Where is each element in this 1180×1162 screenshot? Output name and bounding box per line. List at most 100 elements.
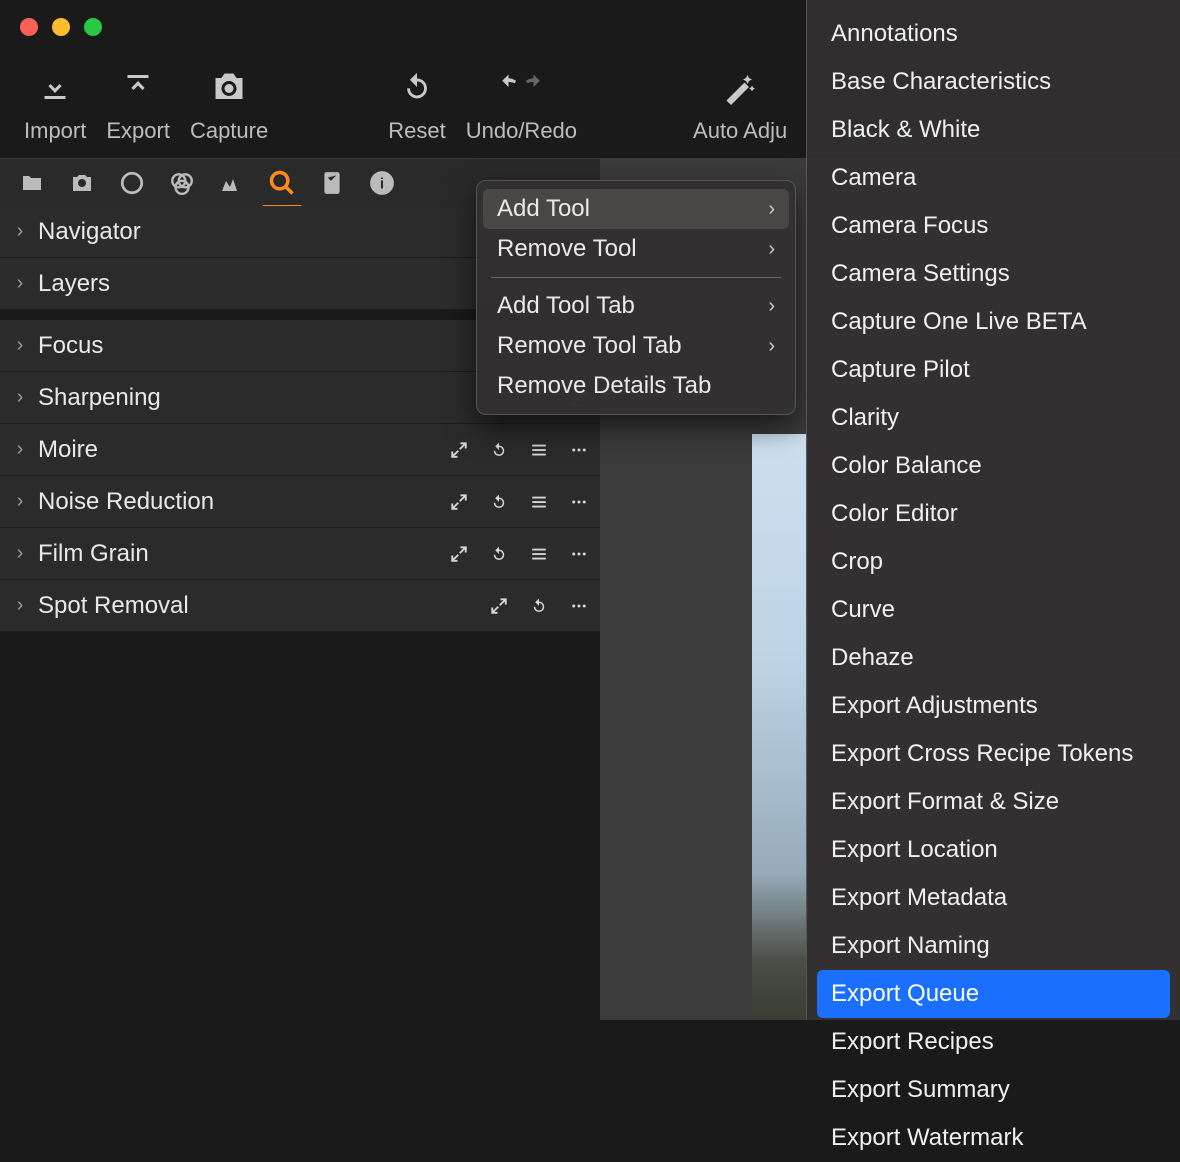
- tab-lens-icon[interactable]: [116, 167, 148, 199]
- expand-icon[interactable]: [448, 439, 470, 461]
- expand-icon[interactable]: [448, 543, 470, 565]
- submenu-item-export-cross-recipe-tokens[interactable]: Export Cross Recipe Tokens: [807, 730, 1180, 778]
- reset-icon[interactable]: [488, 491, 510, 513]
- menu-item-add-tool-tab[interactable]: Add Tool Tab›: [477, 286, 795, 326]
- presets-icon[interactable]: [528, 491, 550, 513]
- submenu-item-export-watermark[interactable]: Export Watermark: [807, 1114, 1180, 1162]
- menu-item-remove-tool[interactable]: Remove Tool›: [477, 229, 795, 269]
- submenu-item-annotations[interactable]: Annotations: [807, 10, 1180, 58]
- upload-icon: [120, 64, 156, 110]
- submenu-item-export-summary[interactable]: Export Summary: [807, 1066, 1180, 1114]
- window-traffic-lights: [20, 18, 102, 36]
- chevron-right-icon[interactable]: ›: [8, 490, 32, 513]
- presets-icon[interactable]: [528, 439, 550, 461]
- chevron-right-icon[interactable]: ›: [8, 594, 32, 617]
- panel-title: Noise Reduction: [38, 488, 448, 516]
- panel-title: Film Grain: [38, 540, 448, 568]
- submenu-item-export-recipes[interactable]: Export Recipes: [807, 1018, 1180, 1066]
- camera-icon: [209, 64, 249, 110]
- expand-icon[interactable]: [448, 491, 470, 513]
- submenu-item-export-naming[interactable]: Export Naming: [807, 922, 1180, 970]
- reset-label: Reset: [388, 118, 445, 144]
- submenu-item-export-location[interactable]: Export Location: [807, 826, 1180, 874]
- menu-item-label: Add Tool: [497, 195, 590, 223]
- undo-redo-button[interactable]: Undo/Redo: [456, 58, 587, 150]
- submenu-item-base-characteristics[interactable]: Base Characteristics: [807, 58, 1180, 106]
- panel-film-grain[interactable]: › Film Grain: [0, 528, 600, 580]
- chevron-right-icon: ›: [768, 335, 775, 358]
- panel-moire[interactable]: › Moire: [0, 424, 600, 476]
- context-menu: Add Tool›Remove Tool›Add Tool Tab›Remove…: [476, 180, 796, 415]
- chevron-right-icon[interactable]: ›: [8, 542, 32, 565]
- panel-actions: [448, 491, 590, 513]
- reset-icon[interactable]: [488, 543, 510, 565]
- tab-adjustments-icon[interactable]: [316, 167, 348, 199]
- submenu-item-export-adjustments[interactable]: Export Adjustments: [807, 682, 1180, 730]
- tab-color-icon[interactable]: [166, 167, 198, 199]
- presets-icon[interactable]: [528, 543, 550, 565]
- undo-redo-icon: [491, 64, 551, 110]
- more-icon[interactable]: [568, 491, 590, 513]
- tab-exposure-icon[interactable]: [216, 167, 248, 199]
- panel-title: Moire: [38, 436, 448, 464]
- submenu-item-capture-pilot[interactable]: Capture Pilot: [807, 346, 1180, 394]
- submenu-item-curve[interactable]: Curve: [807, 586, 1180, 634]
- export-button[interactable]: Export: [96, 58, 180, 150]
- chevron-right-icon[interactable]: ›: [8, 272, 32, 295]
- capture-button[interactable]: Capture: [180, 58, 278, 150]
- menu-item-label: Remove Tool: [497, 235, 637, 263]
- close-window-button[interactable]: [20, 18, 38, 36]
- add-tool-submenu: AnnotationsBase CharacteristicsBlack & W…: [806, 0, 1180, 1020]
- download-icon: [37, 64, 73, 110]
- submenu-item-black-white[interactable]: Black & White: [807, 106, 1180, 154]
- panel-actions: [448, 439, 590, 461]
- panel-noise-reduction[interactable]: › Noise Reduction: [0, 476, 600, 528]
- submenu-item-export-queue[interactable]: Export Queue: [817, 970, 1170, 1018]
- submenu-item-color-balance[interactable]: Color Balance: [807, 442, 1180, 490]
- reset-icon[interactable]: [528, 595, 550, 617]
- undo-redo-label: Undo/Redo: [466, 118, 577, 144]
- submenu-item-export-format-size[interactable]: Export Format & Size: [807, 778, 1180, 826]
- expand-icon[interactable]: [488, 595, 510, 617]
- import-button[interactable]: Import: [14, 58, 96, 150]
- chevron-right-icon: ›: [768, 295, 775, 318]
- submenu-item-camera-settings[interactable]: Camera Settings: [807, 250, 1180, 298]
- panel-spot-removal[interactable]: › Spot Removal: [0, 580, 600, 632]
- menu-item-remove-tool-tab[interactable]: Remove Tool Tab›: [477, 326, 795, 366]
- submenu-item-camera[interactable]: Camera: [807, 154, 1180, 202]
- submenu-item-dehaze[interactable]: Dehaze: [807, 634, 1180, 682]
- capture-label: Capture: [190, 118, 268, 144]
- chevron-right-icon[interactable]: ›: [8, 334, 32, 357]
- chevron-right-icon[interactable]: ›: [8, 386, 32, 409]
- reset-icon: [400, 64, 434, 110]
- minimize-window-button[interactable]: [52, 18, 70, 36]
- submenu-item-color-editor[interactable]: Color Editor: [807, 490, 1180, 538]
- image-preview: [752, 434, 808, 1020]
- tab-library-icon[interactable]: [16, 167, 48, 199]
- submenu-item-crop[interactable]: Crop: [807, 538, 1180, 586]
- reset-button[interactable]: Reset: [378, 58, 455, 150]
- submenu-item-camera-focus[interactable]: Camera Focus: [807, 202, 1180, 250]
- submenu-item-clarity[interactable]: Clarity: [807, 394, 1180, 442]
- auto-adjust-button[interactable]: Auto Adju: [683, 58, 797, 150]
- menu-item-remove-details-tab[interactable]: Remove Details Tab: [477, 366, 795, 406]
- menu-item-label: Remove Details Tab: [497, 372, 711, 400]
- submenu-item-export-metadata[interactable]: Export Metadata: [807, 874, 1180, 922]
- submenu-item-capture-one-live-beta[interactable]: Capture One Live BETA: [807, 298, 1180, 346]
- panel-actions: [448, 543, 590, 565]
- maximize-window-button[interactable]: [84, 18, 102, 36]
- tab-metadata-icon[interactable]: i: [366, 167, 398, 199]
- menu-item-add-tool[interactable]: Add Tool›: [483, 189, 789, 229]
- more-icon[interactable]: [568, 543, 590, 565]
- import-label: Import: [24, 118, 86, 144]
- chevron-right-icon[interactable]: ›: [8, 438, 32, 461]
- more-icon[interactable]: [568, 595, 590, 617]
- more-icon[interactable]: [568, 439, 590, 461]
- reset-icon[interactable]: [488, 439, 510, 461]
- tab-details-icon[interactable]: [266, 167, 298, 199]
- panel-actions: [488, 595, 590, 617]
- panel-title: Spot Removal: [38, 592, 488, 620]
- chevron-right-icon[interactable]: ›: [8, 220, 32, 243]
- auto-adjust-label: Auto Adju: [693, 118, 787, 144]
- tab-capture-icon[interactable]: [66, 167, 98, 199]
